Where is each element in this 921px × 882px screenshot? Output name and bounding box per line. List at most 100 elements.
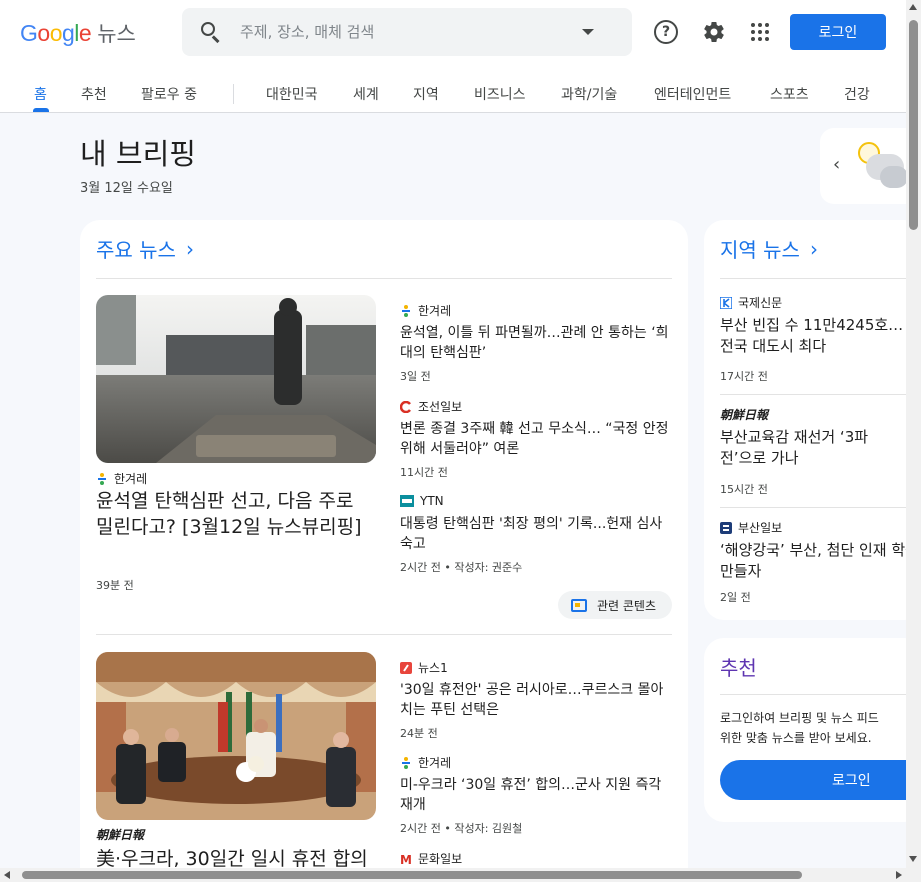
source-name: 한겨레 [418,756,452,770]
news1-logo-icon [400,661,412,674]
source-munhwa[interactable]: M 문화일보 [400,850,462,867]
recommend-text: 로그인하여 브리핑 및 뉴스 피드 위한 맞춤 뉴스를 받아 보세요. [720,708,920,748]
story-headline-main[interactable]: 윤석열 탄핵심판 선고, 다음 주로 밀린다고? [3월12일 뉴스뷰리핑] [96,488,376,540]
search-bar[interactable] [182,8,632,56]
recommend-title: 추천 [720,656,757,680]
source-chosun-ilbo[interactable]: 朝鮮日報 [96,826,144,843]
logo-letter: e [78,19,92,46]
top-news-card: 주요 뉴스 › 한겨레 윤석열 탄핵심판 선고, 다음 주로 밀린다고? [3월… [80,220,688,882]
search-icon[interactable] [199,20,223,44]
local-story-headline[interactable]: 부산교육감 재선거 ‘3파전’으로 가나 [720,427,900,469]
gear-icon[interactable] [702,20,726,44]
scroll-down-arrow[interactable] [909,856,917,862]
hankyoreh-logo-icon [400,304,412,317]
recommend-card: 추천 로그인하여 브리핑 및 뉴스 피드 위한 맞춤 뉴스를 받아 보세요. 로… [704,638,921,822]
local-story-time: 2일 전 [720,591,751,604]
tab-business[interactable]: 비즈니스 [474,84,526,104]
tab-entertainment[interactable]: 엔터테인먼트 [654,84,731,104]
tab-world[interactable]: 세계 [353,84,379,104]
news-logo-text: 뉴스 [97,22,136,46]
top-news-title-text: 주요 뉴스 [96,238,176,262]
tab-health[interactable]: 건강 [844,84,870,104]
tab-home[interactable]: 홈 [34,84,47,104]
scroll-left-arrow[interactable] [4,871,10,879]
local-story-time: 15시간 전 [720,483,768,496]
source-name: 뉴스1 [418,661,448,675]
related-content-button[interactable]: 관련 콘텐츠 [558,591,672,619]
source-chosun-ilbo[interactable]: 朝鮮日報 [720,406,768,423]
horizontal-scrollbar[interactable] [0,868,921,882]
local-news-title-text: 지역 뉴스 [720,238,800,262]
top-news-title[interactable]: 주요 뉴스 › [96,234,194,263]
source-name: 조선일보 [418,400,463,414]
source-name: 부산일보 [738,521,783,535]
story-headline[interactable]: 미-우크라 ‘30일 휴전’ 합의…군사 지원 즉각 재개 [400,775,670,815]
local-story-headline[interactable]: 부산 빈집 수 11만4245호… 전국 대도시 최다 [720,315,920,357]
logo-letter: G [20,19,38,46]
logo-letter: o [49,19,63,46]
tab-local[interactable]: 지역 [413,84,439,104]
vertical-scrollbar[interactable] [906,0,921,868]
source-hankyoreh[interactable]: 한겨레 [400,302,451,319]
kookje-logo-icon [719,295,733,310]
tab-following[interactable]: 팔로우 중 [141,84,197,104]
vertical-scroll-thumb[interactable] [909,20,918,230]
source-name: 문화일보 [418,852,463,866]
source-name: 朝鮮日報 [720,408,769,422]
source-busan-ilbo[interactable]: 부산일보 [720,519,782,536]
tab-recommended[interactable]: 추천 [81,84,107,104]
story-time: 3일 전 [400,370,431,383]
section-nav: 홈 추천 팔로우 중 대한민국 세계 지역 비즈니스 과학/기술 엔터테인먼트 … [0,72,906,113]
source-name: 국제신문 [738,296,783,310]
chevron-right-icon: › [809,236,818,261]
scroll-right-arrow[interactable] [896,871,902,879]
source-hankyoreh[interactable]: 한겨레 [400,754,451,771]
google-news-logo[interactable]: Google 뉴스 [20,18,136,48]
weather-widget[interactable]: ‹ [820,128,920,204]
divider [720,694,921,695]
divider [96,634,672,635]
hankyoreh-logo-icon [400,756,412,769]
story-time: 24분 전 [400,727,438,740]
logo-letter: o [37,19,50,46]
nav-divider [233,84,234,104]
source-kookje[interactable]: 국제신문 [719,294,783,311]
source-hankyoreh[interactable]: 한겨레 [96,470,147,487]
active-tab-indicator [33,108,49,112]
horizontal-scroll-thumb[interactable] [22,871,802,879]
chevron-down-icon[interactable] [582,29,594,35]
story-headline[interactable]: 대통령 탄핵심판 '최장 평의' 기록...헌재 심사숙고 [400,514,670,554]
scroll-up-arrow[interactable] [909,4,917,10]
story-image-court[interactable] [96,295,376,463]
search-input[interactable] [240,23,580,41]
help-icon[interactable]: ? [654,20,678,44]
story-headline[interactable]: 변론 종결 3주째 韓 선고 무소식… “국정 안정 위해 서둘러야” 여론 [400,419,670,459]
recommend-login-button[interactable]: 로그인 [720,760,921,800]
tab-science-tech[interactable]: 과학/기술 [561,84,617,104]
apps-grid-icon[interactable] [748,20,772,44]
source-ytn[interactable]: YTN [400,494,444,508]
top-header: Google 뉴스 ? 로그인 홈 추천 팔로우 중 대한민국 세계 지역 비즈… [0,0,906,113]
google-logo-text: Google [20,19,92,47]
story-headline[interactable]: '30일 휴전안' 공은 러시아로…쿠르스크 몰아치는 푸틴 선택은 [400,680,670,720]
chosun-logo-icon [399,400,412,413]
hankyoreh-logo-icon [96,472,108,485]
chevron-left-icon[interactable]: ‹ [833,154,840,175]
source-chosun[interactable]: 조선일보 [399,398,463,415]
source-news1[interactable]: 뉴스1 [400,659,448,676]
story-time: 2시간 전 • 작성자: 김원철 [400,822,523,835]
briefing-date: 3월 12일 수요일 [80,181,173,196]
story-image-meeting[interactable] [96,652,376,820]
recommend-text-line: 위한 맞춤 뉴스를 받아 보세요. [720,731,872,745]
story-headline[interactable]: 윤석열, 이틀 뒤 파면될까…관례 안 통하는 ‘희대의 탄핵심판’ [400,323,670,363]
local-story-headline[interactable]: ‘해양강국’ 부산, 첨단 인재 학원 만들자 [720,540,920,582]
login-button[interactable]: 로그인 [790,14,886,50]
story-time: 2시간 전 • 작성자: 권준수 [400,561,523,574]
local-news-title[interactable]: 지역 뉴스 › [720,234,818,263]
tab-korea[interactable]: 대한민국 [266,84,318,104]
divider [720,507,921,508]
related-content-icon [571,598,587,612]
tab-sports[interactable]: 스포츠 [770,84,809,104]
logo-letter: g [61,19,75,46]
story-time: 11시간 전 [400,466,448,479]
